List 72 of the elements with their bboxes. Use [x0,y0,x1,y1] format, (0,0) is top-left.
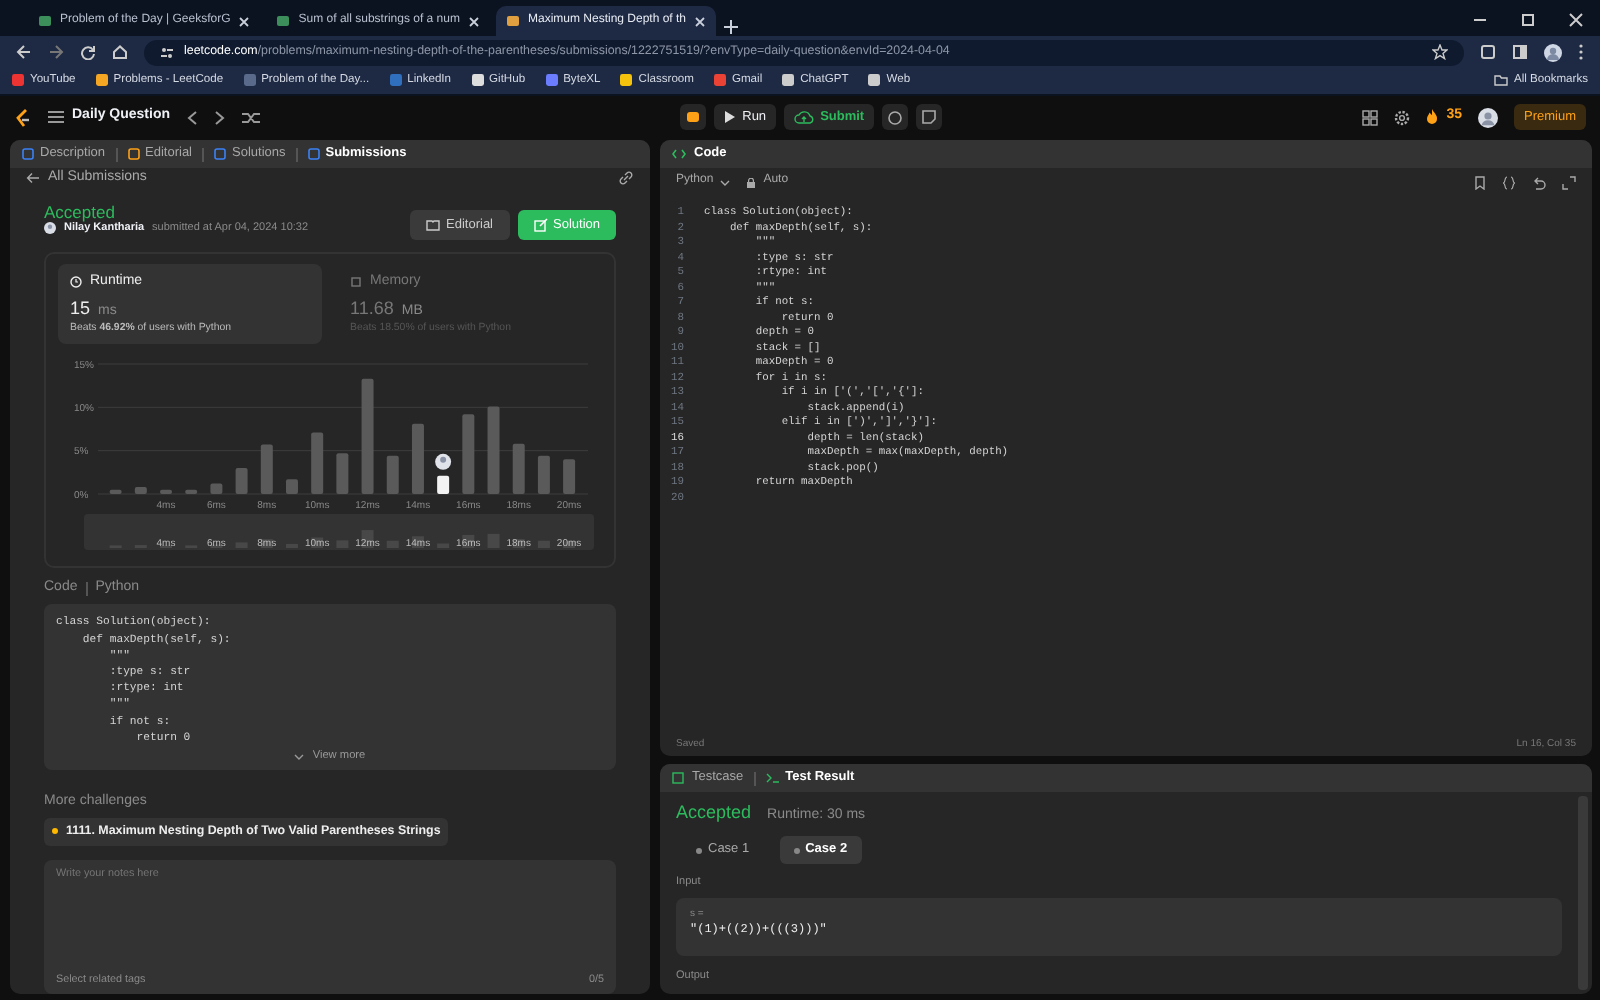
tab-icon [22,147,34,160]
undo-icon[interactable] [1532,175,1546,189]
page-icon [276,14,291,28]
metric-value: 15 [70,298,91,321]
author-avatar[interactable] [44,222,56,235]
back-icon[interactable] [16,44,32,60]
favicon [471,74,484,87]
alarm-icon[interactable] [882,104,909,130]
debug-icon[interactable] [680,104,707,130]
favicon [12,74,24,87]
flame-icon [1426,108,1439,125]
checkbox-icon [672,771,686,784]
chevron-down-icon [294,751,305,762]
favicon [545,74,558,87]
user-avatar[interactable] [1478,107,1498,127]
restore-icon[interactable] [1520,12,1536,28]
cloud-upload-icon [794,110,815,124]
favicon [243,74,256,87]
tab-icon [307,147,320,160]
book-icon [426,217,441,232]
clock-icon [70,276,82,289]
favicon [389,74,402,87]
close-icon[interactable] [467,15,480,27]
favicon [620,74,633,87]
shuffle-icon[interactable] [242,109,261,125]
bookmark-icon[interactable] [1474,175,1486,189]
side-panel-icon[interactable] [1512,44,1528,60]
tab-icon [214,147,226,160]
favicon [868,74,881,87]
folder-icon [1493,74,1508,87]
expand-icon[interactable] [1562,175,1576,189]
bookmark-star-icon[interactable] [1432,44,1448,60]
terminal-icon [765,771,780,784]
close-icon[interactable] [694,15,707,27]
note-icon[interactable] [916,104,943,130]
close-icon[interactable] [238,15,251,27]
new-tab-icon[interactable] [722,18,741,36]
list-icon [48,109,64,124]
back-arrow-icon [26,172,40,185]
more-icon[interactable] [1578,44,1584,60]
site-info-icon[interactable] [160,45,174,59]
chevron-down-icon [719,177,730,187]
chip-icon [350,276,362,289]
play-icon [724,110,737,124]
forward-icon[interactable] [48,44,64,60]
profile-avatar[interactable] [1544,43,1562,61]
reload-icon[interactable] [80,44,96,60]
extensions-icon[interactable] [1480,44,1496,60]
result-status: Accepted [676,802,752,824]
page-icon [38,14,52,28]
page-icon [505,14,520,28]
logo-icon[interactable] [14,107,32,127]
favicon [782,74,795,87]
favicon [713,74,726,87]
link-icon[interactable] [618,170,634,187]
lock-icon [745,177,756,187]
favicon [95,74,108,87]
settings-icon[interactable] [1394,109,1411,125]
difficulty-dot-icon [52,828,58,835]
previous-icon[interactable] [186,109,199,125]
braces-icon[interactable] [1502,175,1516,189]
bar[interactable] [437,475,450,494]
layout-icon[interactable] [1362,109,1379,125]
next-icon[interactable] [214,109,227,125]
tab-icon [127,147,140,160]
metric-value: 11.68 [350,298,394,321]
code-icon [672,147,686,160]
home-icon[interactable] [112,44,128,60]
submission-avatar [435,453,452,470]
submission-status: Accepted [44,201,117,222]
edit-icon [533,217,547,232]
close-icon[interactable] [1568,12,1584,28]
